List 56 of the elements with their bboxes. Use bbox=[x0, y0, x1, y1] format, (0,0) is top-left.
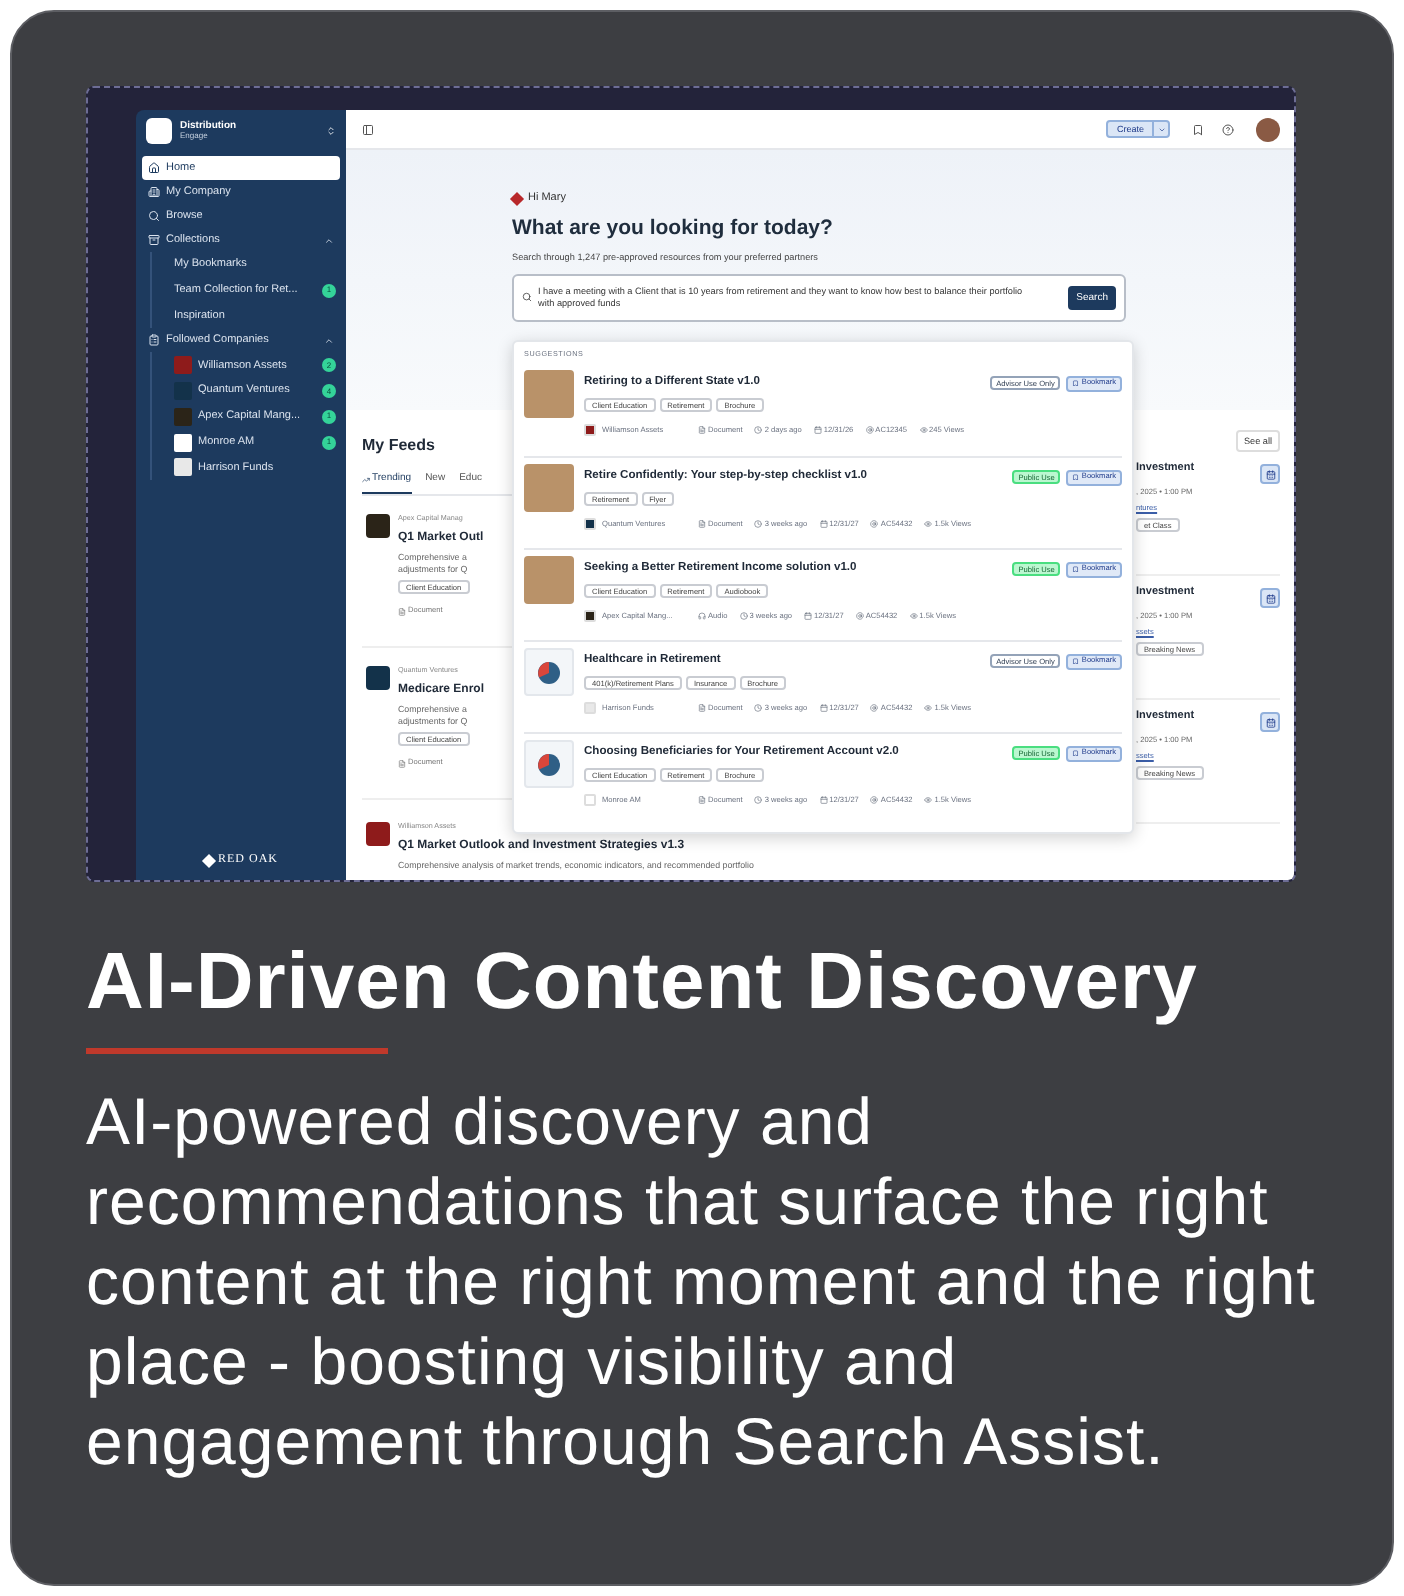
document-icon bbox=[698, 520, 706, 529]
photo-placeholder bbox=[524, 464, 574, 513]
clock-icon bbox=[739, 612, 748, 621]
folder-icon bbox=[148, 234, 160, 246]
clock-icon bbox=[754, 704, 763, 713]
eye-icon bbox=[919, 426, 928, 435]
bookmark-icon[interactable] bbox=[1192, 123, 1204, 135]
hero-heading: What are you looking for today? bbox=[512, 214, 835, 245]
bookmark-icon bbox=[1072, 379, 1080, 387]
calendar-button[interactable] bbox=[1260, 464, 1280, 484]
calendar-icon bbox=[1265, 469, 1275, 479]
calendar-icon bbox=[819, 796, 828, 805]
calendar-icon bbox=[804, 612, 813, 621]
calendar-icon bbox=[813, 426, 822, 435]
eye-icon bbox=[924, 704, 933, 713]
calendar-button[interactable] bbox=[1260, 588, 1280, 608]
bookmark-icon bbox=[1072, 749, 1080, 757]
pie-chart-drawing bbox=[538, 753, 560, 776]
eye-icon bbox=[924, 796, 933, 805]
search-icon bbox=[522, 292, 532, 303]
document-icon bbox=[698, 796, 706, 805]
eye-icon bbox=[909, 612, 918, 621]
headphones-icon bbox=[698, 612, 706, 621]
search-icon bbox=[148, 210, 160, 222]
calendar-icon bbox=[1265, 717, 1275, 727]
sidebar-toggle-icon[interactable] bbox=[362, 123, 374, 135]
clock-icon bbox=[754, 520, 763, 529]
document-icon bbox=[698, 704, 706, 713]
help-icon[interactable] bbox=[1222, 123, 1234, 135]
eye-icon bbox=[924, 520, 933, 529]
bookmark-icon bbox=[1072, 473, 1080, 481]
photo-placeholder bbox=[524, 556, 574, 605]
calendar-icon bbox=[1265, 593, 1275, 603]
pie-chart-drawing bbox=[538, 661, 560, 684]
home-icon bbox=[148, 162, 160, 174]
card-title: AI-Driven Content Discovery bbox=[86, 936, 1200, 1028]
brand-logo bbox=[146, 118, 172, 144]
calendar-icon bbox=[819, 704, 828, 713]
clock-icon bbox=[754, 796, 763, 805]
bookmark-icon bbox=[1072, 565, 1080, 573]
avatar[interactable] bbox=[1256, 117, 1280, 141]
calendar-icon bbox=[819, 520, 828, 529]
chevrons-icon[interactable] bbox=[326, 126, 336, 136]
chevron-up-icon[interactable] bbox=[324, 335, 334, 346]
calendar-button[interactable] bbox=[1260, 712, 1280, 732]
bookmark-icon bbox=[1072, 657, 1080, 665]
chevron-up-icon[interactable] bbox=[324, 235, 334, 245]
document-icon bbox=[398, 607, 406, 616]
card-description: AI-powered discovery and recommendations that surface the right content at the right moment and the right place - boosting visibility and engagement through Search Assist. bbox=[86, 1082, 1318, 1482]
document-icon bbox=[398, 759, 406, 768]
list-icon bbox=[148, 334, 160, 347]
clock-icon bbox=[754, 426, 763, 435]
photo-placeholder bbox=[524, 370, 574, 419]
feeds-heading: My Feeds bbox=[362, 434, 437, 458]
building-icon bbox=[148, 186, 160, 198]
document-icon bbox=[698, 426, 706, 435]
